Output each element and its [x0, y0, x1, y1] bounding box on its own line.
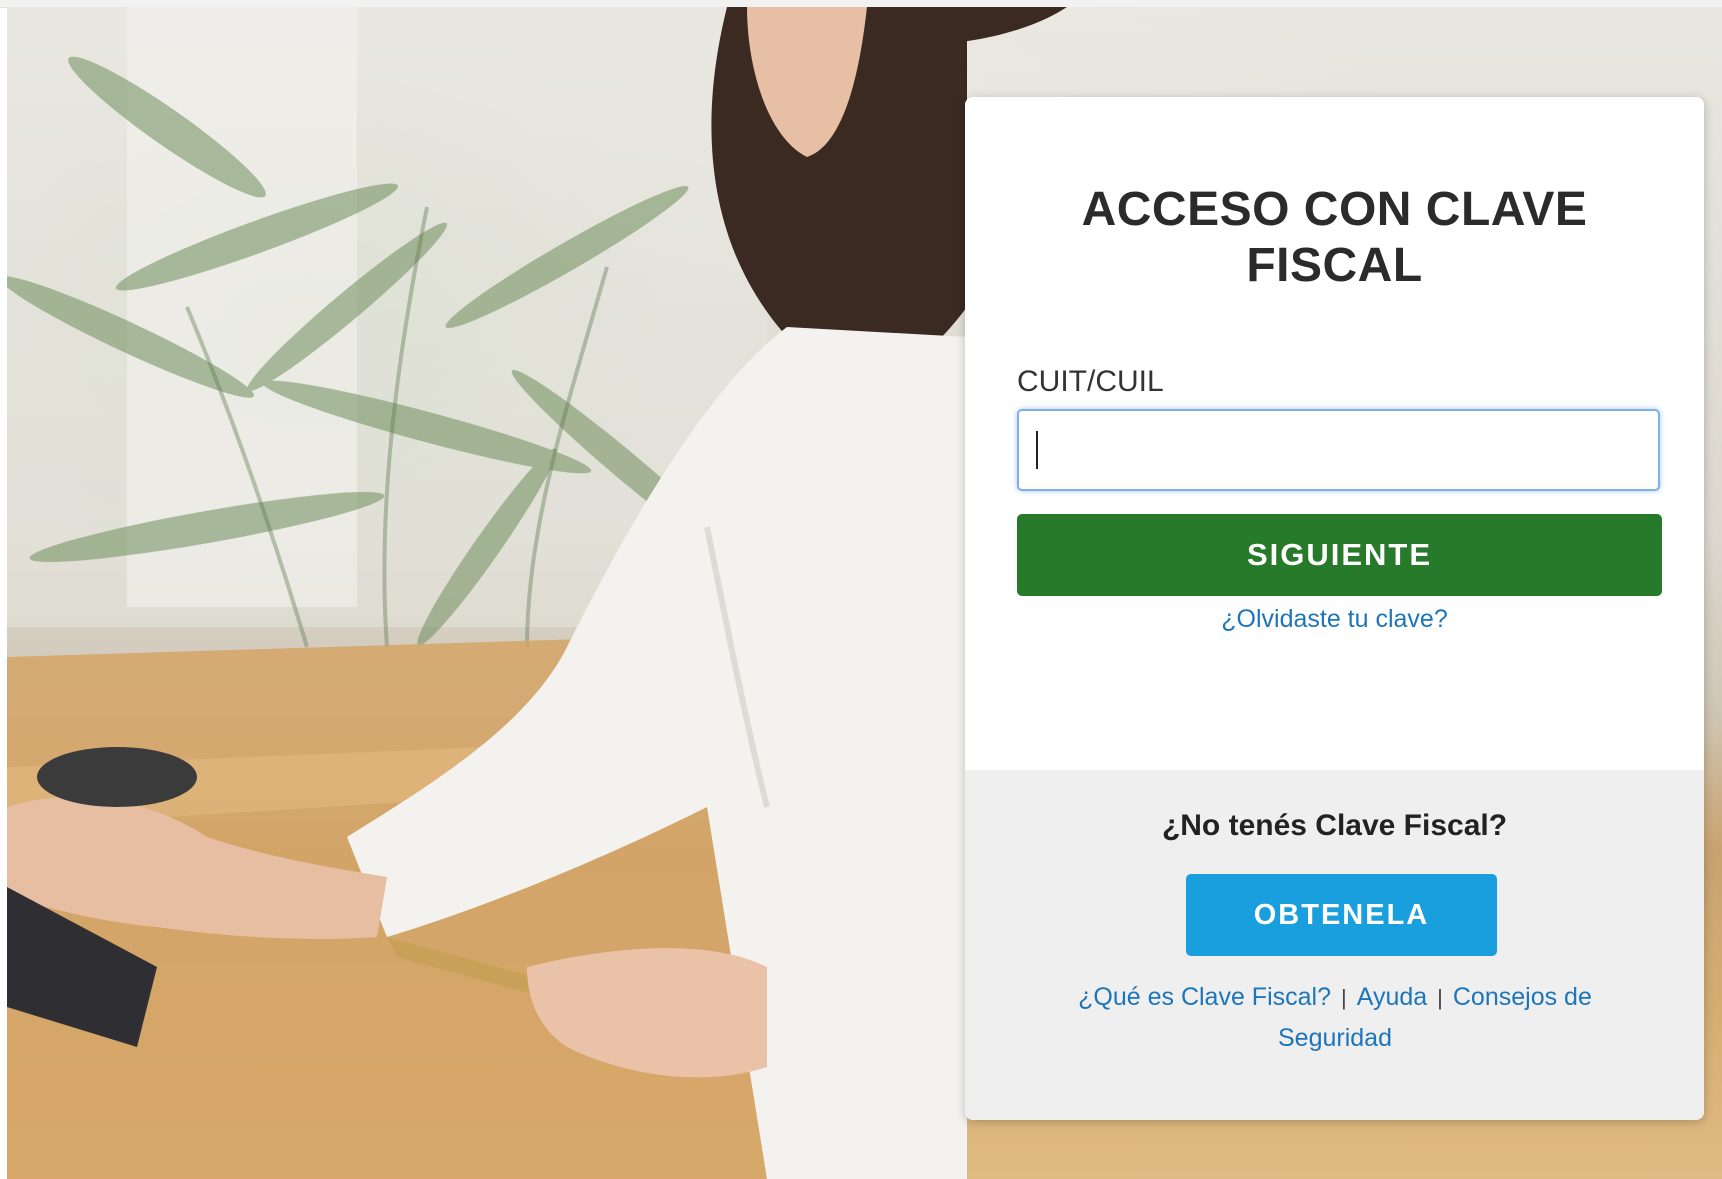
- page: ACCESO CON CLAVE FISCAL CUIT/CUIL SIGUIE…: [7, 7, 1722, 1179]
- login-section: ACCESO CON CLAVE FISCAL CUIT/CUIL SIGUIE…: [965, 97, 1704, 770]
- forgot-password-link[interactable]: ¿Olvidaste tu clave?: [1005, 605, 1664, 634]
- get-key-button[interactable]: OBTENELA: [1186, 874, 1497, 956]
- page-title: ACCESO CON CLAVE FISCAL: [1081, 183, 1588, 292]
- next-button[interactable]: SIGUIENTE: [1017, 514, 1662, 596]
- login-card: ACCESO CON CLAVE FISCAL CUIT/CUIL SIGUIE…: [965, 97, 1704, 1120]
- no-key-question: ¿No tenés Clave Fiscal?: [1161, 809, 1508, 842]
- help-links: ¿Qué es Clave Fiscal? | Ayuda | Consejos de …: [1045, 977, 1625, 1059]
- link-separator: |: [1341, 985, 1347, 1010]
- help-link[interactable]: Ayuda: [1357, 983, 1427, 1011]
- cuit-input[interactable]: [1017, 409, 1660, 491]
- cuit-label: CUIT/CUIL: [1017, 365, 1164, 398]
- link-separator: |: [1437, 985, 1443, 1010]
- text-caret: [1036, 431, 1038, 469]
- what-is-link[interactable]: ¿Qué es Clave Fiscal?: [1078, 983, 1331, 1011]
